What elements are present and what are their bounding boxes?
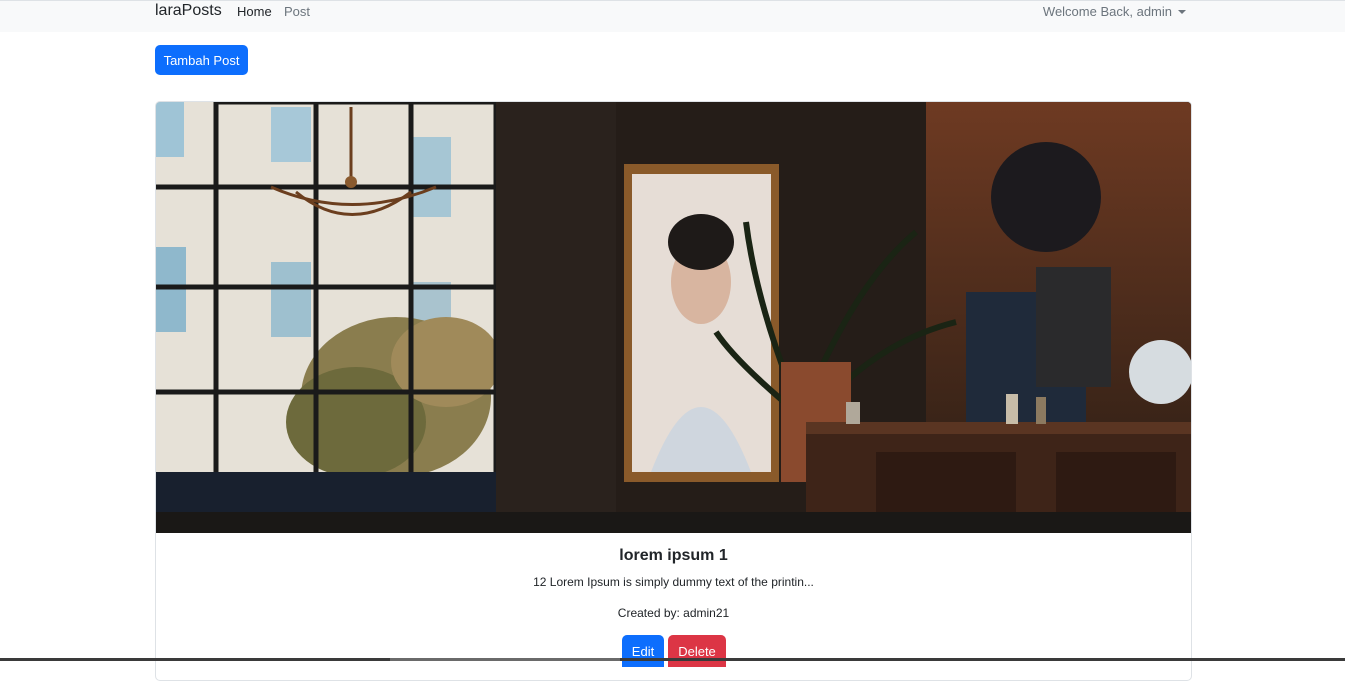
post-author: Created by: admin21 — [617, 606, 730, 620]
edit-button[interactable]: Edit — [622, 635, 664, 667]
nav-link-home[interactable]: Home — [237, 4, 272, 19]
add-post-button[interactable]: Tambah Post — [155, 45, 248, 75]
user-menu-dropdown[interactable]: Welcome Back, admin — [1043, 4, 1186, 19]
nav-link-post[interactable]: Post — [284, 4, 310, 19]
user-menu-label: Welcome Back, admin — [1042, 4, 1172, 19]
delete-button[interactable]: Delete — [668, 635, 726, 667]
post-image — [156, 102, 1191, 533]
post-title: lorem ipsum 1 — [619, 547, 728, 564]
post-excerpt: 12 Lorem Ipsum is simply dummy text of t… — [533, 575, 814, 589]
navbar-brand[interactable]: laraPosts — [155, 2, 222, 20]
post-card: lorem ipsum 1 12 Lorem Ipsum is simply d… — [155, 101, 1192, 681]
navbar: laraPosts Home Post Welcome Back, admin — [0, 0, 1345, 32]
chevron-down-icon — [1178, 10, 1186, 14]
